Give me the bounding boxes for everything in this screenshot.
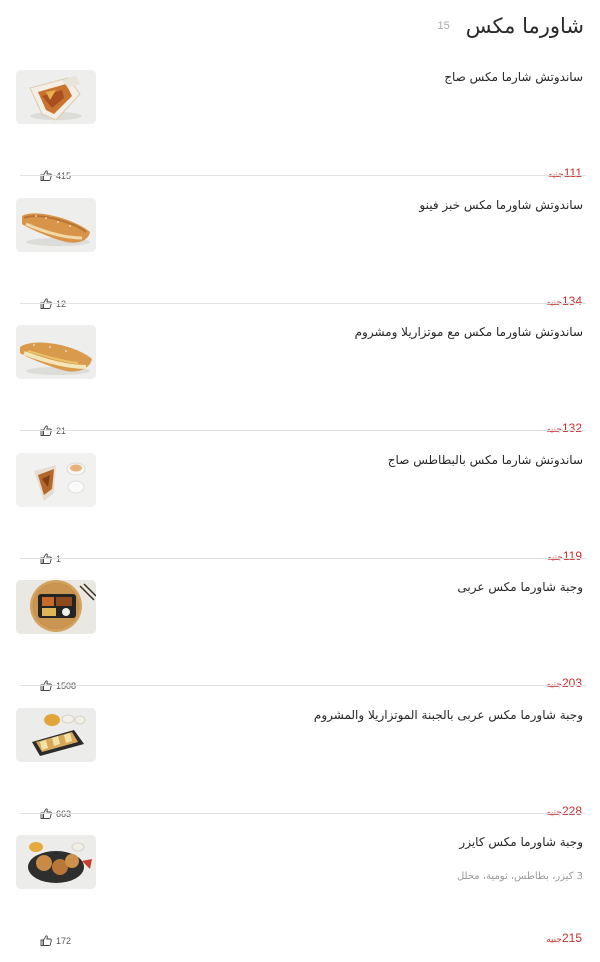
- menu-item-price: 203جنيه: [546, 672, 582, 691]
- item-divider: [20, 558, 586, 559]
- price-amount: 203: [561, 676, 582, 690]
- price-amount: 111: [563, 166, 582, 180]
- menu-item-photo[interactable]: [16, 453, 96, 507]
- menu-item-description: 3 كيزر، بطاطس، ثومية، مخلل: [456, 871, 583, 882]
- menu-item[interactable]: وجبة شاورما مكس عربى بالجبنة الموتزاريلا…: [16, 708, 586, 835]
- thumbs-up-icon: [40, 935, 53, 946]
- item-divider: [20, 430, 586, 431]
- menu-item-photo[interactable]: [16, 835, 96, 889]
- item-divider: [20, 303, 586, 304]
- menu-item-price: 215جنيه: [546, 927, 582, 946]
- item-divider: [20, 813, 586, 814]
- section-header: شاورما مكس 15: [16, 8, 584, 44]
- menu-item-photo[interactable]: [16, 708, 96, 762]
- menu-item[interactable]: ساندوتش شاورما مكس مع موتزاريلا ومشروم 13…: [16, 325, 586, 452]
- item-divider: [20, 685, 586, 686]
- price-amount: 132: [561, 421, 582, 435]
- menu-item-name: ساندوتش شارما مكس بالبطاطس صاج: [387, 453, 583, 467]
- menu-item-name: وجبة شاورما مكس عربى: [457, 580, 583, 594]
- menu-item[interactable]: وجبة شاورما مكس كايزر 3 كيزر، بطاطس، ثومي…: [16, 835, 586, 962]
- like-button[interactable]: 172: [40, 935, 71, 946]
- price-currency: جنيه: [546, 935, 562, 945]
- menu-item[interactable]: ساندوتش شارما مكس بالبطاطس صاج119جنيه 1: [16, 453, 586, 580]
- menu-item-name: وجبة شاورما مكس عربى بالجبنة الموتزاريلا…: [313, 708, 583, 722]
- menu-item[interactable]: ساندوتش شاورما مكس خبز فينو134جنيه 12: [16, 198, 586, 325]
- menu-item-price: 228جنيه: [546, 800, 582, 819]
- menu-item-photo[interactable]: [16, 198, 96, 252]
- menu-item-price: 132جنيه: [546, 417, 582, 436]
- menu-item-photo[interactable]: [16, 580, 96, 634]
- menu-item-price: 111جنيه: [548, 162, 582, 181]
- price-amount: 228: [561, 804, 582, 818]
- price-amount: 119: [562, 549, 582, 563]
- item-divider: [20, 175, 586, 176]
- menu-item-photo[interactable]: [16, 70, 96, 124]
- menu-item-price: 134جنيه: [546, 290, 582, 309]
- menu-item-name: ساندوتش شاورما مكس خبز فينو: [419, 198, 583, 212]
- price-amount: 215: [561, 931, 582, 945]
- menu-item-name: وجبة شاورما مكس كايزر: [459, 835, 583, 849]
- section-item-count: 15: [437, 20, 450, 32]
- menu-item[interactable]: ساندوتش شارما مكس صاج111جنيه 415: [16, 70, 586, 197]
- menu-item-photo[interactable]: [16, 325, 96, 379]
- section-title: شاورما مكس: [465, 14, 584, 38]
- price-amount: 134: [561, 294, 582, 308]
- menu-item-name: ساندوتش شارما مكس صاج: [444, 70, 583, 84]
- menu-item[interactable]: وجبة شاورما مكس عربى203جنيه 1508: [16, 580, 586, 707]
- like-count: 172: [56, 935, 72, 946]
- menu-item-name: ساندوتش شاورما مكس مع موتزاريلا ومشروم: [354, 325, 583, 339]
- menu-item-price: 119جنيه: [547, 545, 582, 564]
